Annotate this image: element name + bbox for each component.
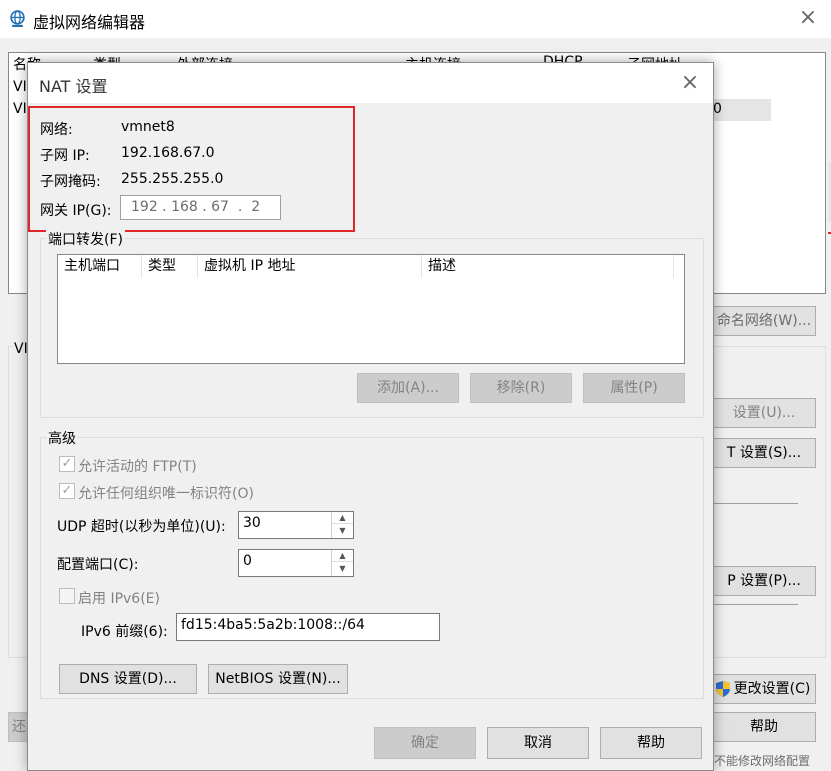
help-button[interactable]: 帮助 [600, 727, 702, 759]
uac-shield-icon [716, 681, 730, 697]
spin-up-icon[interactable]: ▲ [332, 512, 353, 524]
pf-col-host-port[interactable]: 主机端口 [58, 255, 142, 278]
bg-group-label-fragment: VI [14, 341, 28, 357]
spin-up-icon[interactable]: ▲ [332, 550, 353, 562]
allow-uuid-checkbox[interactable]: ✓ [59, 483, 75, 499]
netbios-settings-button[interactable]: NetBIOS 设置(N)... [208, 664, 348, 694]
bg-row-1-name[interactable]: VI [13, 79, 27, 95]
nat-settings-button[interactable]: T 设置(S)... [712, 438, 816, 468]
ok-button[interactable]: 确定 [374, 727, 476, 759]
cancel-button[interactable]: 取消 [487, 727, 589, 759]
enable-ipv6-checkbox[interactable] [59, 588, 75, 604]
allow-ftp-checkbox[interactable]: ✓ [59, 456, 75, 472]
nat-close-icon[interactable]: × [673, 67, 707, 99]
port-forwarding-title: 端口转发(F) [46, 229, 125, 249]
spin-down-icon[interactable]: ▼ [332, 525, 353, 537]
allow-ftp-label: 允许活动的 FTP(T) [78, 459, 197, 475]
change-settings-label: 更改设置(C) [733, 681, 811, 697]
ipv6-prefix-label: IPv6 前缀(6): [81, 624, 168, 640]
udp-timeout-spinner[interactable]: ▲ ▼ [331, 512, 353, 538]
spin-down-icon[interactable]: ▼ [332, 563, 353, 575]
bg-row-2-subnet: 0 [713, 101, 722, 117]
port-forwarding-list[interactable]: 主机端口 类型 虚拟机 IP 地址 描述 [57, 254, 685, 364]
dhcp-settings-button[interactable]: P 设置(P)... [712, 566, 816, 596]
udp-timeout-label: UDP 超时(以秒为单位)(U): [57, 519, 226, 535]
enable-ipv6-label: 启用 IPv6(E) [78, 591, 160, 607]
pf-add-button[interactable]: 添加(A)... [357, 373, 459, 403]
pf-remove-button[interactable]: 移除(R) [470, 373, 572, 403]
bg-settings-u-button[interactable]: 设置(U)... [712, 398, 816, 428]
nat-titlebar: NAT 设置 × [28, 63, 713, 103]
ipv6-prefix-input[interactable]: fd15:4ba5:5a2b:1008::/64 [176, 613, 440, 641]
pf-col-description[interactable]: 描述 [422, 255, 674, 278]
nat-dialog-title: NAT 设置 [39, 77, 108, 96]
udp-timeout-value: 30 [243, 515, 261, 531]
config-port-label: 配置端口(C): [57, 557, 139, 573]
bg-window-title: 虚拟网络编辑器 [33, 13, 146, 32]
config-port-input[interactable]: 0 ▲ ▼ [238, 549, 354, 577]
advanced-group [40, 437, 704, 699]
bg-close-icon[interactable]: × [792, 2, 824, 34]
bg-row-2-highlight: 0 [709, 99, 771, 121]
pf-col-vm-ip[interactable]: 虚拟机 IP 地址 [198, 255, 422, 278]
udp-timeout-input[interactable]: 30 ▲ ▼ [238, 511, 354, 539]
bg-row-2-name[interactable]: VI [13, 101, 27, 117]
advanced-title: 高级 [46, 428, 78, 448]
nat-settings-dialog: NAT 设置 × 网络: vmnet8 子网 IP: 192.168.67.0 … [27, 62, 714, 771]
bg-bottom-status-fragment: 不能修改网络配置 [714, 754, 811, 768]
allow-uuid-label: 允许任何组织唯一标识符(O) [78, 486, 254, 502]
bg-help-button[interactable]: 帮助 [712, 712, 816, 742]
pf-properties-button[interactable]: 属性(P) [583, 373, 685, 403]
pf-col-type[interactable]: 类型 [142, 255, 198, 278]
rename-network-button[interactable]: 命名网络(W)... [712, 306, 816, 336]
dns-settings-button[interactable]: DNS 设置(D)... [59, 664, 197, 694]
config-port-spinner[interactable]: ▲ ▼ [331, 550, 353, 576]
bg-separator-2 [714, 604, 798, 605]
bg-titlebar: 虚拟网络编辑器 × [0, 0, 831, 38]
config-port-value: 0 [243, 553, 252, 569]
change-settings-button[interactable]: 更改设置(C) [712, 674, 816, 704]
bg-separator [714, 503, 798, 504]
globe-network-icon [10, 10, 25, 27]
red-highlight-box [28, 106, 355, 232]
